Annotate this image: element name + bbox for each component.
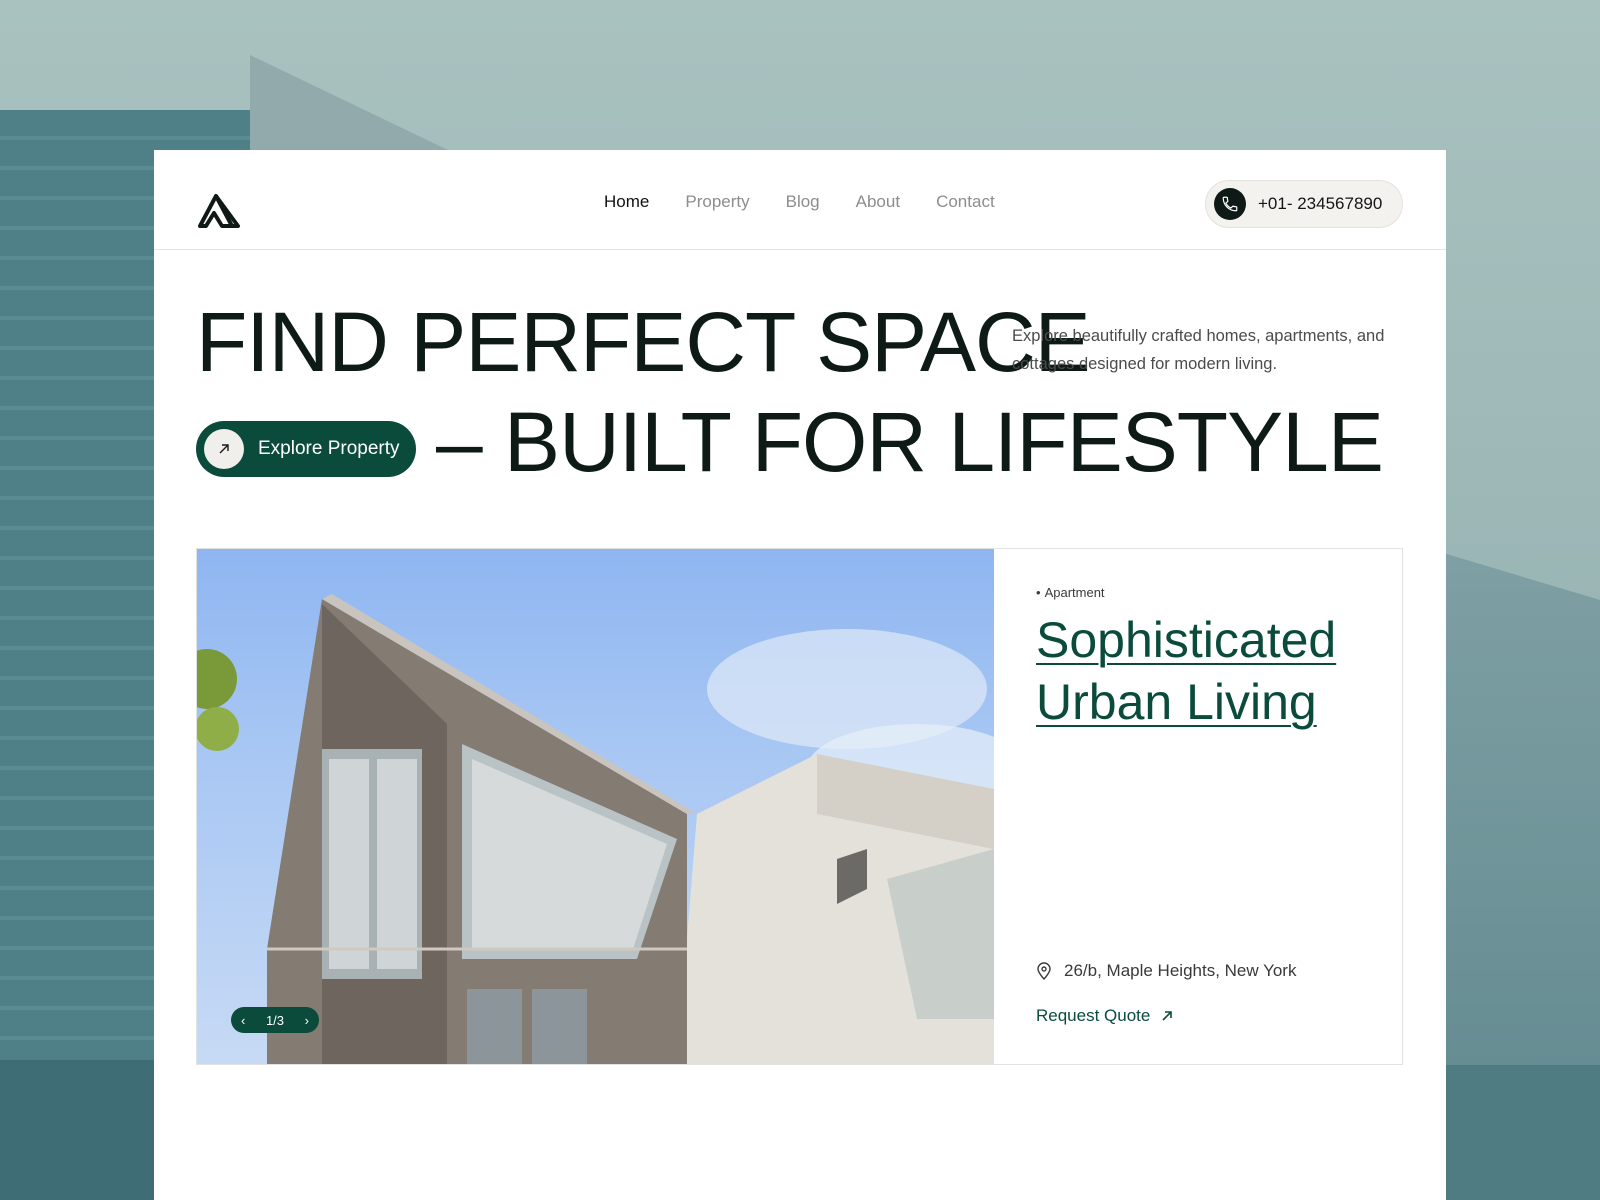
explore-property-label: Explore Property — [258, 438, 400, 459]
chevron-left-icon[interactable]: ‹ — [241, 1014, 245, 1027]
phone-icon — [1214, 188, 1246, 220]
request-quote-link[interactable]: Request Quote — [1036, 1006, 1174, 1026]
location-pin-icon — [1037, 962, 1051, 980]
hero-description: Explore beautifully crafted homes, apart… — [1012, 327, 1385, 373]
main-menu: Home Property Blog About Contact — [604, 192, 995, 212]
request-quote-label: Request Quote — [1036, 1006, 1151, 1025]
arrow-up-right-icon — [1162, 1011, 1173, 1021]
pager-count: 1/3 — [265, 1012, 285, 1028]
property-title-link[interactable]: Sophisticated Urban Living — [1036, 609, 1376, 733]
property-type-tag: Apartment — [1036, 585, 1105, 600]
hero-heading-line2: – BUILT FOR LIFESTYLE — [436, 395, 1384, 489]
phone-number: +01- 234567890 — [1258, 194, 1383, 213]
nav-item-property[interactable]: Property — [685, 192, 749, 212]
photo-pager: ‹ 1/3 › — [231, 1007, 319, 1033]
website-card: Home Property Blog About Contact +01- 23… — [154, 150, 1446, 1200]
arrow-up-right-icon — [204, 429, 244, 469]
property-listing-card: ‹ 1/3 › Apartment Sophisticated Urban Li… — [196, 548, 1403, 1065]
nav-item-blog[interactable]: Blog — [786, 192, 820, 212]
nav-item-about[interactable]: About — [856, 192, 900, 212]
background-wall-left-lower — [0, 1060, 160, 1200]
explore-property-button[interactable]: Explore Property — [196, 421, 416, 477]
hero-heading-line1: FIND PERFECT SPACE — [196, 295, 1091, 389]
top-navigation: Home Property Blog About Contact +01- 23… — [154, 150, 1446, 250]
property-address: 26/b, Maple Heights, New York — [1036, 961, 1296, 981]
property-info: Apartment Sophisticated Urban Living 26/… — [994, 549, 1402, 1064]
phone-button[interactable]: +01- 234567890 — [1205, 180, 1403, 228]
nav-item-contact[interactable]: Contact — [936, 192, 995, 212]
building-illustration — [197, 594, 994, 1064]
chevron-right-icon[interactable]: › — [305, 1014, 309, 1027]
house-logo-icon[interactable] — [196, 186, 242, 232]
nav-item-home[interactable]: Home — [604, 192, 649, 212]
address-text: 26/b, Maple Heights, New York — [1064, 961, 1297, 980]
property-photo: ‹ 1/3 › — [197, 549, 994, 1064]
